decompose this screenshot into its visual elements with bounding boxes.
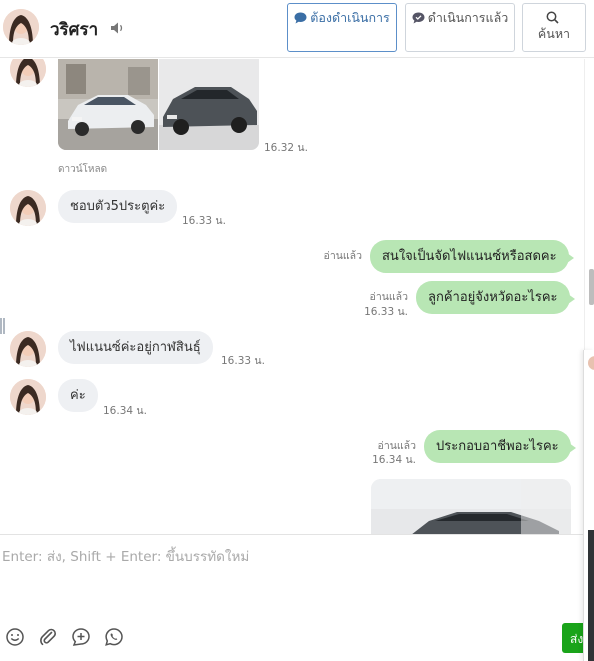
message-list[interactable]: 16.32 น. ดาวน์โหลด ชอบตัว5ประตูค่ะ 16.33… (0, 59, 584, 534)
chat-bubble-icon (294, 10, 310, 25)
message-composer: ส่ง (0, 534, 594, 661)
contact-avatar[interactable] (3, 9, 39, 45)
add-circle-icon[interactable] (71, 627, 91, 647)
contact-name[interactable]: วริศรา (50, 16, 98, 43)
smiley-icon[interactable] (5, 627, 25, 647)
timestamp: 16.33 น. (182, 215, 226, 227)
message-bubble-incoming[interactable]: ชอบตัว5ประตูค่ะ (58, 190, 178, 223)
car-photo-white[interactable] (58, 59, 158, 150)
search-icon (523, 8, 585, 26)
image-group[interactable] (58, 59, 259, 150)
timestamp: 16.34 น. (372, 454, 416, 466)
message-input[interactable] (2, 545, 572, 615)
todo-button-label: ต้องดำเนินการ (310, 10, 390, 25)
timestamp: 16.33 น. (364, 306, 408, 318)
done-button[interactable]: ดำเนินการแล้ว (405, 3, 515, 52)
message-bubble-incoming[interactable]: ค่ะ (58, 379, 98, 412)
chat-header: วริศรา ต้องดำเนินการ ดำเนินการแล้ว ค้นหา (0, 0, 594, 58)
read-receipt: อ่านแล้ว (323, 250, 362, 262)
search-button[interactable]: ค้นหา (522, 3, 586, 52)
message-bubble-outgoing[interactable]: สนใจเป็นจัดไฟแนนซ์หรือสดคะ (370, 240, 574, 273)
sender-avatar[interactable] (10, 379, 46, 415)
whatsapp-icon[interactable] (104, 627, 124, 647)
speaker-icon[interactable] (110, 20, 126, 34)
chat-bubble-check-icon (412, 10, 428, 25)
message-bubble-outgoing[interactable]: ลูกค้าอยู่จังหวัดอะไรคะ (416, 281, 575, 314)
timestamp: 16.34 น. (103, 405, 147, 417)
paperclip-icon[interactable] (38, 627, 58, 647)
sender-avatar[interactable] (10, 190, 46, 226)
chat-window: วริศรา ต้องดำเนินการ ดำเนินการแล้ว ค้นหา (0, 0, 594, 661)
panel-dark-strip (588, 530, 594, 661)
search-button-label: ค้นหา (537, 26, 571, 41)
pane-resize-handle[interactable] (0, 318, 5, 334)
message-bubble-incoming[interactable]: ไฟแนนซ์ค่ะอยู่กาฬสินธุ์ (58, 331, 213, 364)
message-bubble-outgoing[interactable]: ประกอบอาชีพอะไรคะ (424, 430, 576, 463)
done-button-label: ดำเนินการแล้ว (427, 10, 509, 25)
timestamp: 16.32 น. (264, 142, 308, 154)
car-photo-grey[interactable] (159, 59, 259, 150)
panel-avatar (588, 356, 594, 370)
todo-button[interactable]: ต้องดำเนินการ (287, 3, 397, 52)
timestamp: 16.33 น. (221, 355, 265, 367)
sent-car-photo[interactable] (371, 479, 571, 534)
download-link[interactable]: ดาวน์โหลด (58, 162, 107, 177)
sender-avatar[interactable] (10, 331, 46, 367)
side-panel-tab[interactable] (589, 269, 594, 305)
sender-avatar[interactable] (10, 59, 46, 87)
side-panel[interactable] (583, 350, 594, 661)
